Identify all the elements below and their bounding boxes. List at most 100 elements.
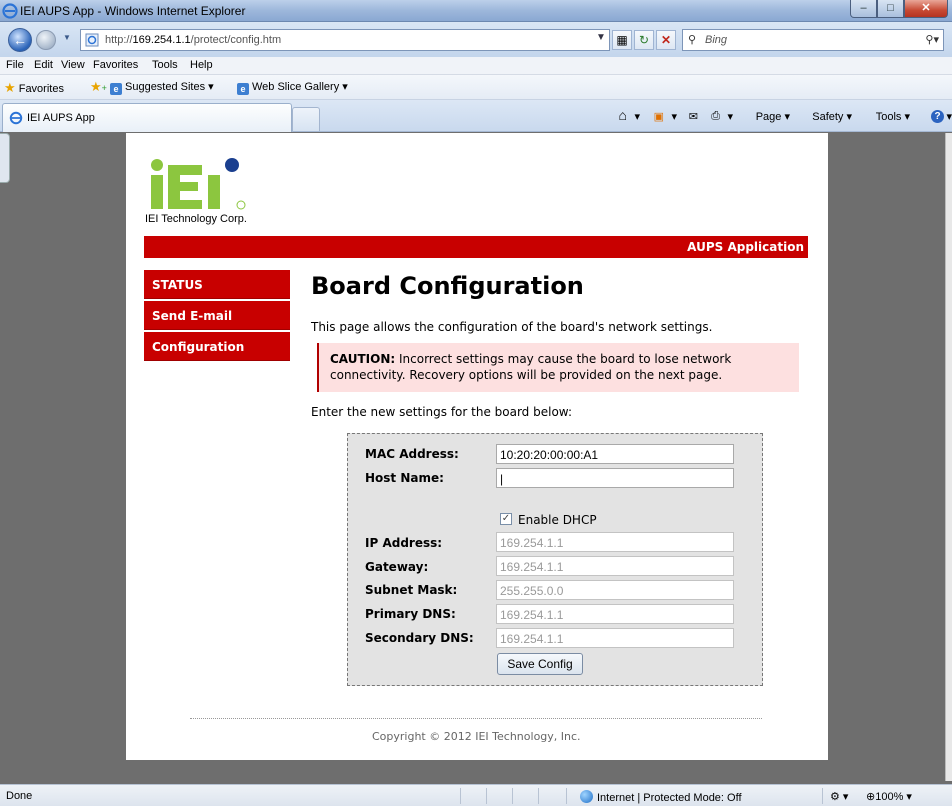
nav-item-configuration[interactable]: Configuration [144,332,290,361]
mac-address-label: MAC Address: [365,447,459,461]
menu-favorites[interactable]: Favorites [93,59,138,71]
ip-address-label: IP Address: [365,536,443,550]
page-icon [85,33,99,47]
search-input[interactable]: ⚲ Bing ⚲▾ [682,29,944,51]
minimize-button[interactable]: – [850,0,877,18]
address-bar: ← ▼ http://169.254.1.1/protect/config.ht… [0,22,952,57]
globe-icon [580,790,593,803]
host-name-field[interactable]: | [496,468,734,488]
mail-icon[interactable]: ✉ [689,110,698,123]
host-name-label: Host Name: [365,471,444,485]
tab-label: IEI AUPS App [27,112,95,124]
ip-address-field[interactable]: 169.254.1.1 [496,532,734,552]
search-icon[interactable]: ⚲▾ [925,33,939,46]
maximize-button[interactable]: □ [877,0,904,18]
tools-menu[interactable]: Tools ▾ [876,110,910,123]
home-dropdown-icon[interactable]: ▾ [634,110,640,123]
home-icon[interactable]: ⌂ [619,107,627,123]
new-tab-button[interactable] [292,107,320,131]
favorites-bar: ★ Favorites ★+ e Suggested Sites ▾ e Web S… [0,75,952,100]
side-nav: STATUS Send E-mail Configuration [144,270,290,363]
security-zone[interactable]: Internet | Protected Mode: Off [580,790,742,804]
subnet-mask-field[interactable]: 255.255.0.0 [496,580,734,600]
history-dropdown-icon[interactable]: ▼ [63,33,71,42]
primary-dns-field[interactable]: 169.254.1.1 [496,604,734,624]
feeds-dropdown-icon[interactable]: ▾ [671,110,677,123]
print-icon[interactable]: ⎙ [711,110,720,123]
status-text: Done [6,790,33,802]
status-bar: Done Internet | Protected Mode: Off ⚙ ▾ … [0,784,952,806]
ie-page-icon: e [110,83,122,95]
secondary-dns-label: Secondary DNS: [365,631,474,645]
ie-icon [9,111,23,125]
ie-icon [2,3,18,19]
url-input[interactable]: http://169.254.1.1/protect/config.htm [80,29,610,51]
zoom-level: 100% [875,791,904,803]
header-banner: AUPS Application [144,236,808,258]
web-slice-gallery-link[interactable]: e Web Slice Gallery ▾ [237,80,348,95]
menu-edit[interactable]: Edit [34,59,53,71]
footer-copyright: Copyright © 2012 IEI Technology, Inc. [372,730,581,743]
page-menu[interactable]: Page ▾ [756,110,790,123]
pop-up-blocker-icon[interactable]: ⚙ ▾ [830,790,848,803]
mac-address-field[interactable]: 10:20:20:00:00:A1 [496,444,734,464]
subnet-mask-label: Subnet Mask: [365,583,458,597]
save-config-button[interactable]: Save Config [497,653,583,675]
config-form: MAC Address: 10:20:20:00:00:A1 Host Name… [347,433,763,686]
primary-dns-label: Primary DNS: [365,607,456,621]
ie-page-icon: e [237,83,249,95]
nav-item-send-email[interactable]: Send E-mail [144,301,290,330]
app-name: AUPS Application [687,240,804,254]
search-placeholder: Bing [705,34,728,46]
zoom-control[interactable]: ⊕100% ▾ [866,790,912,803]
caution-label: CAUTION: [330,352,396,366]
security-zone-label: Internet | Protected Mode: Off [597,792,742,804]
suggested-sites-label: Suggested Sites ▾ [125,81,214,93]
url-prefix: http:// [105,34,133,46]
help-dropdown-icon[interactable]: ▾ [946,110,952,123]
vertical-scrollbar[interactable] [945,133,952,781]
company-name: IEI Technology Corp. [145,213,247,225]
feeds-icon[interactable]: ▣ [654,110,664,123]
search-provider-icon: ⚲ [688,34,697,46]
page-title: Board Configuration [311,272,584,300]
help-icon[interactable]: ? [931,110,944,123]
url-dropdown-icon[interactable]: ▼ [596,32,606,43]
browser-viewport: IEI Technology Corp. AUPS Application ST… [0,133,945,781]
footer-divider [190,718,762,719]
close-button[interactable]: ✕ [904,0,948,18]
forward-button[interactable] [36,30,56,50]
compatibility-view-icon[interactable]: ▦ [612,30,632,50]
web-slice-gallery-label: Web Slice Gallery ▾ [252,81,348,93]
gateway-label: Gateway: [365,560,429,574]
nav-item-status[interactable]: STATUS [144,270,290,299]
menu-bar: File Edit View Favorites Tools Help [0,57,952,75]
dhcp-label: Enable DHCP [518,513,597,527]
tab-iei-aups-app[interactable]: IEI AUPS App [2,103,292,132]
favorites-button[interactable]: ★ Favorites [4,80,64,96]
tab-bar: IEI AUPS App ⌂ ▾ ▣ ▾ ✉ ⎙ ▾ Page ▾ Safety… [0,100,952,132]
page-description: This page allows the configuration of th… [311,320,713,334]
menu-view[interactable]: View [61,59,85,71]
secondary-dns-field[interactable]: 169.254.1.1 [496,628,734,648]
web-page: IEI Technology Corp. AUPS Application ST… [126,133,828,760]
safety-menu[interactable]: Safety ▾ [812,110,852,123]
refresh-icon[interactable]: ↻ [634,30,654,50]
gateway-field[interactable]: 169.254.1.1 [496,556,734,576]
add-favorite-icon[interactable]: ★+ [90,79,107,95]
url-path: /protect/config.htm [190,34,282,46]
star-icon: ★ [4,80,16,95]
back-button[interactable]: ← [8,28,32,52]
print-dropdown-icon[interactable]: ▾ [727,110,733,123]
dhcp-checkbox[interactable]: ✓ [500,513,512,525]
stop-icon[interactable]: ✕ [656,30,676,50]
form-instructions: Enter the new settings for the board bel… [311,405,572,419]
menu-help[interactable]: Help [190,59,213,71]
url-host: 169.254.1.1 [132,34,191,46]
favorites-center-grip[interactable] [0,133,10,183]
favorites-label: Favorites [18,83,64,95]
menu-file[interactable]: File [6,59,24,71]
caution-box: CAUTION: Incorrect settings may cause th… [317,343,799,392]
menu-tools[interactable]: Tools [152,59,178,71]
suggested-sites-link[interactable]: e Suggested Sites ▾ [110,80,214,95]
